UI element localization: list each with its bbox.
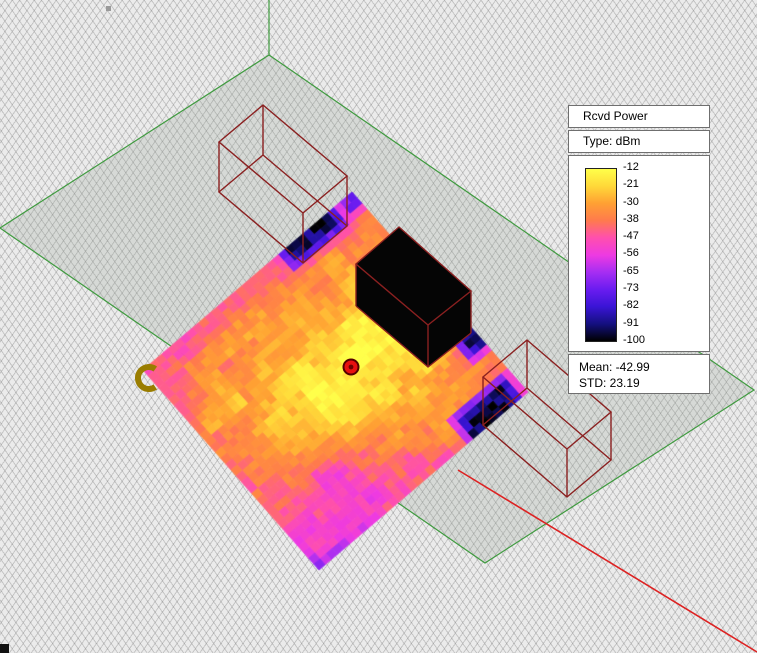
legend-std: STD: 23.19	[579, 376, 640, 390]
corner-marker-bottom	[0, 644, 9, 653]
legend-gradient-bar	[585, 168, 617, 342]
scale-tick-label: -47	[623, 230, 639, 243]
legend-scale-panel: -12 -21 -30 -38 -47 -56 -65 -73 -82 -91 …	[568, 155, 710, 352]
scale-tick-label: -38	[623, 212, 639, 225]
legend-title: Rcvd Power	[583, 109, 648, 123]
legend-title-panel: Rcvd Power	[568, 105, 710, 128]
transmitter-marker[interactable]	[342, 358, 360, 376]
legend-stats-panel: Mean: -42.99 STD: 23.19	[568, 354, 710, 394]
receiver-arc-marker[interactable]	[134, 364, 158, 392]
scale-tick-label: -30	[623, 195, 639, 208]
legend-mean: Mean: -42.99	[579, 360, 650, 374]
route-line	[457, 469, 757, 653]
legend-type-panel: Type: dBm	[568, 130, 710, 153]
building-solid-2	[354, 226, 473, 368]
scale-tick-label: -65	[623, 264, 639, 277]
legend-type-label: Type: dBm	[583, 134, 641, 148]
scale-tick-label: -82	[623, 299, 639, 312]
viewport-3d[interactable]: Rcvd Power Type: dBm -12 -21 -30 -38 -47…	[0, 0, 757, 653]
scale-tick-label: -100	[623, 333, 646, 346]
scale-tick-label: -91	[623, 316, 639, 329]
scale-tick-label: -73	[623, 282, 639, 295]
scale-tick-label: -12	[623, 161, 639, 173]
building-wireframe-1	[217, 104, 349, 264]
legend-scale-labels: -12 -21 -30 -38 -47 -56 -65 -73 -82 -91 …	[623, 162, 683, 346]
corner-marker-top	[106, 6, 111, 11]
scale-tick-label: -56	[623, 247, 639, 260]
scale-tick-label: -21	[623, 178, 639, 191]
